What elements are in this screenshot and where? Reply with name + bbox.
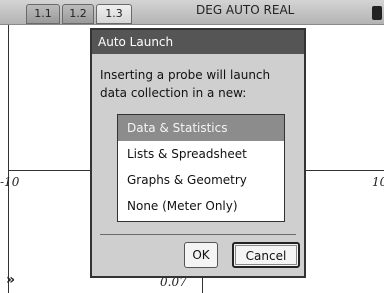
option-data-statistics[interactable]: Data & Statistics	[118, 115, 284, 141]
option-none-meter-only[interactable]: None (Meter Only)	[118, 193, 284, 219]
cancel-button[interactable]: Cancel	[232, 242, 300, 268]
status-text: DEG AUTO REAL	[196, 3, 295, 17]
option-graphs-geometry[interactable]: Graphs & Geometry	[118, 167, 284, 193]
dialog-divider	[100, 234, 296, 235]
top-bar: 1.1 1.2 1.3 DEG AUTO REAL	[0, 0, 384, 25]
dialog-message: Inserting a probe will launch data colle…	[100, 68, 271, 100]
app-options-list[interactable]: Data & Statistics Lists & Spreadsheet Gr…	[117, 114, 285, 222]
x-min-label: -10	[0, 175, 20, 189]
option-lists-spreadsheet[interactable]: Lists & Spreadsheet	[118, 141, 284, 167]
expand-icon[interactable]: »	[6, 272, 15, 288]
dialog-title: Auto Launch	[92, 30, 304, 54]
plot-border-left	[8, 25, 9, 293]
tab-1-2[interactable]: 1.2	[62, 4, 94, 24]
auto-launch-dialog: Auto Launch Inserting a probe will launc…	[90, 28, 306, 278]
tab-1-1[interactable]: 1.1	[26, 4, 60, 24]
x-max-label: 10	[372, 175, 384, 189]
ok-button[interactable]: OK	[184, 242, 218, 268]
battery-icon	[372, 6, 382, 20]
tab-1-3[interactable]: 1.3	[96, 4, 132, 24]
